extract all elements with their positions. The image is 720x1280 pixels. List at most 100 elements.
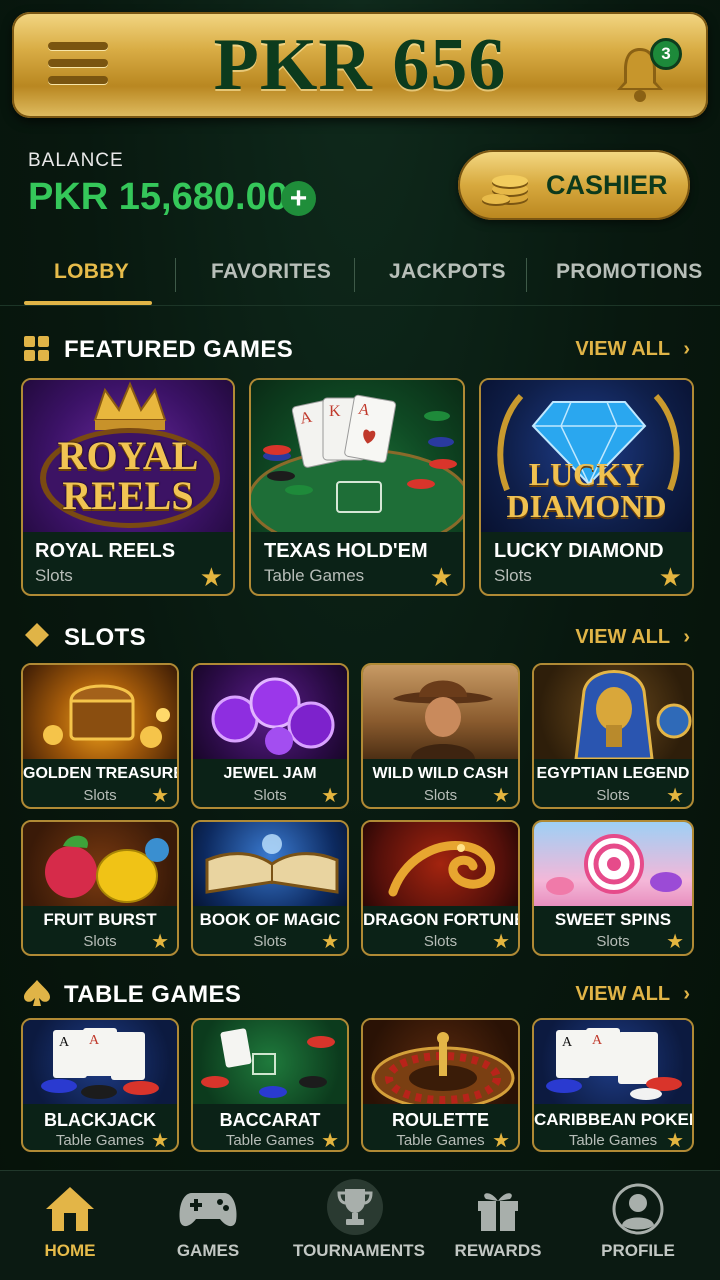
table-card-caribbean-poker[interactable]: A A CARIBBEAN POKER Table Games ★ <box>532 1018 694 1152</box>
favorite-star-icon[interactable]: ★ <box>321 929 339 954</box>
featured-card-texas-holdem[interactable]: A K A TEXAS HOLD'EM Table Games ★ <box>249 378 465 596</box>
featured-card-lucky-diamond[interactable]: LUCKY DIAMOND LUCKY DIAMOND Slots ★ <box>479 378 694 596</box>
featured-card-royal-reels[interactable]: ROYAL REELS ROYAL REELS Slots ★ <box>21 378 235 596</box>
slot-card-golden-treasure[interactable]: GOLDEN TREASURE Slots ★ <box>21 663 179 809</box>
tab-promotions[interactable]: PROMOTIONS <box>556 260 703 284</box>
favorite-star-icon[interactable]: ★ <box>430 562 453 593</box>
nav-rewards[interactable]: REWARDS <box>448 1171 548 1280</box>
favorite-star-icon[interactable]: ★ <box>666 1128 684 1150</box>
game-title: FRUIT BURST <box>43 910 157 929</box>
add-funds-button[interactable]: + <box>281 181 316 216</box>
home-icon <box>46 1187 94 1231</box>
cashier-button[interactable]: CASHIER <box>458 150 690 220</box>
active-tab-indicator <box>24 301 152 305</box>
royal-reels-logo-line-1: ROYAL <box>57 433 199 478</box>
featured-view-all-link[interactable]: VIEW ALL › <box>575 338 690 361</box>
table-games-view-all-link[interactable]: VIEW ALL › <box>575 983 690 1006</box>
grid-icon <box>24 336 49 361</box>
gift-icon <box>478 1193 518 1231</box>
game-title: ROYAL REELS <box>35 540 176 562</box>
table-games-title: TABLE GAMES <box>64 981 242 1008</box>
slots-view-all-link[interactable]: VIEW ALL › <box>575 626 690 649</box>
top-header: PKR 656 3 <box>12 12 708 118</box>
profile-icon <box>612 1183 664 1235</box>
game-title: WILD WILD CASH <box>372 765 509 782</box>
favorite-star-icon[interactable]: ★ <box>659 562 682 593</box>
favorite-star-icon[interactable]: ★ <box>321 783 339 807</box>
favorite-star-icon[interactable]: ★ <box>151 1128 169 1150</box>
golden-treasure-art <box>23 665 177 759</box>
dragon-icon <box>388 841 495 897</box>
chevron-right-icon: › <box>683 626 690 648</box>
favorite-star-icon[interactable]: ★ <box>151 929 169 954</box>
table-chips-icon <box>201 1028 335 1098</box>
roulette-art <box>363 1020 518 1104</box>
lobby-tabs: LOBBY FAVORITES JACKPOTS PROMOTIONS <box>0 250 720 306</box>
table-card-baccarat[interactable]: BACCARAT Table Games ★ <box>191 1018 349 1152</box>
cowboy-icon <box>393 680 493 759</box>
nav-label: GAMES <box>176 1241 240 1260</box>
book-of-magic-art <box>193 822 347 906</box>
slot-card-wild-wild-cash[interactable]: WILD WILD CASH Slots ★ <box>361 663 520 809</box>
brand-title: PKR 656 <box>213 23 507 106</box>
table-card-roulette[interactable]: ROULETTE Table Games ★ <box>361 1018 520 1152</box>
candy-icon <box>546 834 682 895</box>
lucky-diamond-logo-line-2: DIAMOND <box>506 488 667 524</box>
game-title: EGYPTIAN LEGEND <box>536 765 690 782</box>
favorite-star-icon[interactable]: ★ <box>492 783 510 807</box>
favorite-star-icon[interactable]: ★ <box>492 1128 510 1150</box>
table-card-blackjack[interactable]: A A BLACKJACK Table Games ★ <box>21 1018 179 1152</box>
balance-label: BALANCE <box>28 150 124 171</box>
tab-jackpots[interactable]: JACKPOTS <box>389 260 506 284</box>
favorite-star-icon[interactable]: ★ <box>151 783 169 807</box>
slot-card-dragon-fortune[interactable]: DRAGON FORTUNE Slots ★ <box>361 820 520 956</box>
nav-label: REWARDS <box>454 1241 542 1260</box>
nav-games[interactable]: GAMES <box>158 1171 258 1280</box>
royal-reels-art: ROYAL REELS <box>23 380 233 532</box>
menu-icon[interactable] <box>48 42 108 90</box>
nav-label: HOME <box>44 1241 96 1260</box>
egyptian-legend-art <box>534 665 692 759</box>
cards-chips-icon: A A <box>41 1028 159 1099</box>
coins-icon <box>482 175 528 206</box>
slots-title: SLOTS <box>64 624 147 651</box>
game-title: JEWEL JAM <box>223 765 317 782</box>
fruit-burst-art <box>23 822 177 906</box>
game-category: Table Games <box>264 566 365 585</box>
nav-label: TOURNAMENTS <box>293 1241 425 1260</box>
favorite-star-icon[interactable]: ★ <box>492 929 510 954</box>
slot-card-egyptian-legend[interactable]: EGYPTIAN LEGEND Slots ★ <box>532 663 694 809</box>
texas-holdem-art: A K A <box>251 380 463 532</box>
game-title: LUCKY DIAMOND <box>494 540 664 562</box>
nav-profile[interactable]: PROFILE <box>588 1171 688 1280</box>
slot-card-jewel-jam[interactable]: JEWEL JAM Slots ★ <box>191 663 349 809</box>
tab-lobby[interactable]: LOBBY <box>54 260 129 284</box>
svg-text:K: K <box>329 403 341 420</box>
cashier-label: CASHIER <box>546 169 668 200</box>
favorite-star-icon[interactable]: ★ <box>666 929 684 954</box>
baccarat-art <box>193 1020 347 1104</box>
roulette-wheel-icon <box>371 1032 515 1104</box>
book-icon <box>205 834 339 894</box>
slot-card-book-of-magic[interactable]: BOOK OF MAGIC Slots ★ <box>191 820 349 956</box>
pharaoh-icon <box>574 670 692 759</box>
nav-home[interactable]: HOME <box>20 1171 120 1280</box>
caribbean-poker-art: A A <box>534 1020 692 1104</box>
spade-icon <box>24 980 50 1006</box>
playing-cards-icon: A K A <box>251 394 463 532</box>
game-title: SWEET SPINS <box>554 910 672 929</box>
game-category: Slots <box>35 566 73 585</box>
tab-divider <box>526 258 527 292</box>
nav-label: PROFILE <box>601 1241 675 1260</box>
slot-card-sweet-spins[interactable]: SWEET SPINS Slots ★ <box>532 820 694 956</box>
slot-card-fruit-burst[interactable]: FRUIT BURST Slots ★ <box>21 820 179 956</box>
nav-tournaments[interactable]: TOURNAMENTS <box>293 1171 425 1280</box>
favorite-star-icon[interactable]: ★ <box>200 562 223 593</box>
favorite-star-icon[interactable]: ★ <box>321 1128 339 1150</box>
game-title: CARIBBEAN POKER <box>534 1110 694 1129</box>
lucky-diamond-logo-line-1: LUCKY <box>528 456 645 492</box>
lucky-diamond-art: LUCKY DIAMOND <box>481 380 692 532</box>
favorite-star-icon[interactable]: ★ <box>666 783 684 807</box>
tab-favorites[interactable]: FAVORITES <box>211 260 331 284</box>
game-category: Slots <box>494 566 532 585</box>
